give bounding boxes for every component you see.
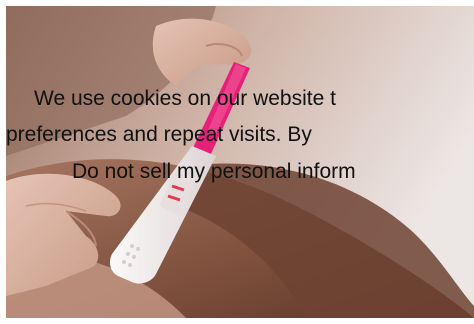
cookie-text-line-1: We use cookies on our website t bbox=[34, 87, 336, 110]
cookie-consent-text: We use cookies on our website t preferen… bbox=[0, 80, 474, 200]
cookie-text-line-2: preferences and repeat visits. By bbox=[6, 123, 312, 146]
screen: We use cookies on our website t preferen… bbox=[0, 0, 474, 324]
do-not-sell-link[interactable]: Do not sell my personal inform bbox=[72, 159, 356, 185]
